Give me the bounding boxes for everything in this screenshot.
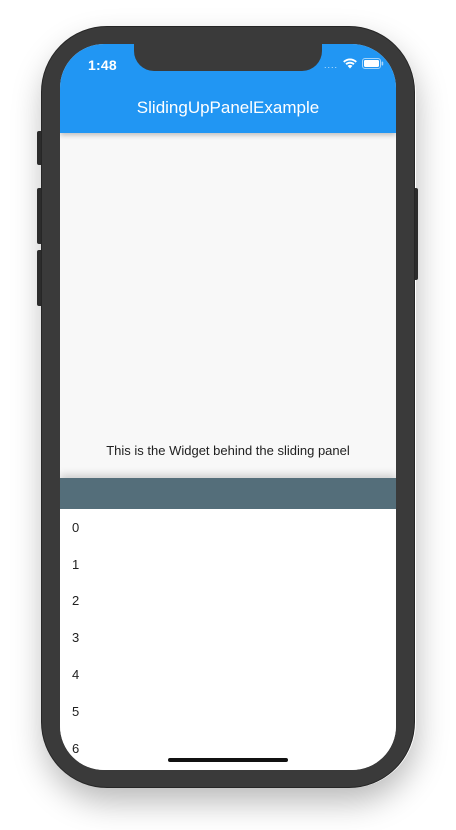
panel-drag-header[interactable] [60,478,396,509]
background-widget-text: This is the Widget behind the sliding pa… [106,443,350,458]
status-time: 1:48 [88,57,117,73]
app-title: SlidingUpPanelExample [136,98,320,117]
list-item[interactable]: 2 [60,583,396,620]
list-item[interactable]: 4 [60,656,396,693]
wifi-icon [342,56,358,74]
list-item[interactable]: 0 [60,509,396,546]
list-item[interactable]: 3 [60,619,396,656]
signal-dots-icon: .... [323,60,338,70]
list-item[interactable]: 1 [60,546,396,583]
notch [134,44,322,71]
status-icons: .... [324,58,384,72]
battery-icon [362,56,384,74]
home-indicator[interactable] [168,758,288,762]
sliding-panel[interactable]: 0 1 2 3 4 5 6 [60,478,396,770]
list-item[interactable]: 5 [60,693,396,730]
panel-list[interactable]: 0 1 2 3 4 5 6 [60,509,396,767]
device-stage: 1:48 .... SlidingUpPanelExample This is … [0,0,456,830]
phone-screen: 1:48 .... SlidingUpPanelExample This is … [60,44,396,770]
